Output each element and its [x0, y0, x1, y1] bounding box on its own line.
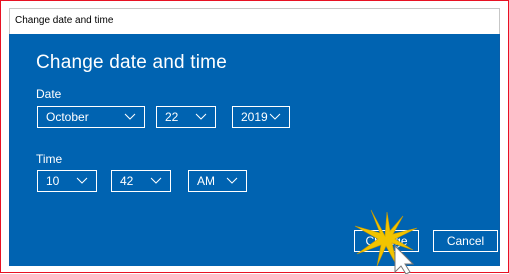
day-dropdown[interactable]: 22: [156, 106, 216, 128]
window-title: Change date and time: [15, 15, 114, 26]
month-value: October: [46, 110, 89, 124]
ampm-dropdown[interactable]: AM: [188, 170, 247, 192]
chevron-down-icon: [226, 177, 238, 184]
day-value: 22: [165, 110, 179, 124]
year-dropdown[interactable]: 2019: [232, 106, 290, 128]
minute-dropdown[interactable]: 42: [111, 170, 171, 192]
cancel-button[interactable]: Cancel: [433, 230, 498, 252]
time-label: Time: [36, 152, 63, 166]
chevron-down-icon: [76, 177, 88, 184]
screenshot-frame: Change date and time Change date and tim…: [0, 0, 509, 274]
minute-value: 42: [120, 174, 134, 188]
dialog-heading: Change date and time: [36, 52, 227, 73]
month-dropdown[interactable]: October: [37, 106, 145, 128]
ampm-value: AM: [197, 174, 215, 188]
chevron-down-icon: [124, 113, 136, 120]
chevron-down-icon: [195, 113, 207, 120]
hour-value: 10: [46, 174, 60, 188]
chevron-down-icon: [269, 113, 281, 120]
year-value: 2019: [241, 110, 268, 124]
chevron-down-icon: [150, 177, 162, 184]
change-button[interactable]: Change: [354, 230, 419, 252]
hour-dropdown[interactable]: 10: [37, 170, 97, 192]
window-titlebar: Change date and time: [9, 8, 500, 34]
change-date-time-dialog: Change date and time Date October 22 201…: [9, 34, 500, 266]
date-label: Date: [36, 87, 62, 101]
